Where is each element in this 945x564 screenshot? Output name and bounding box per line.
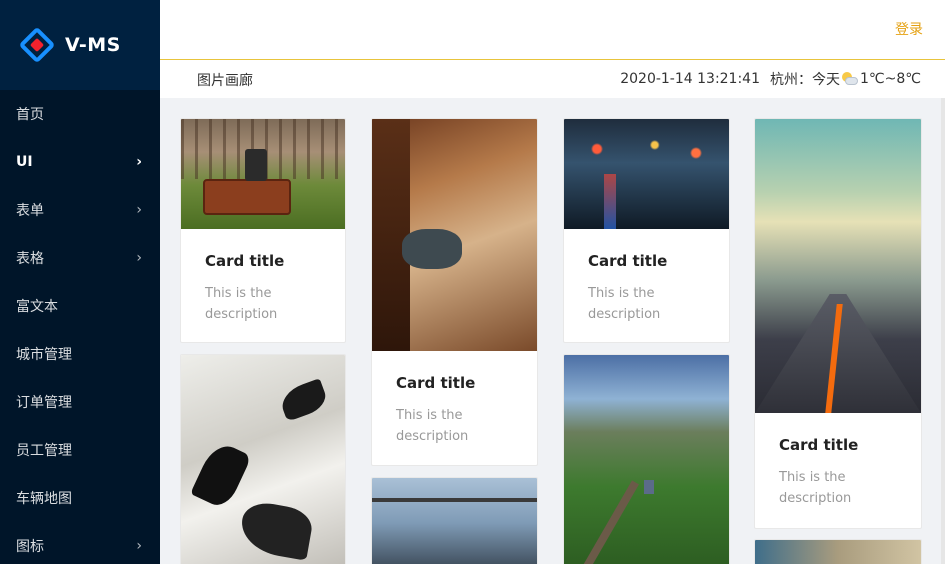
sidebar-item-staff[interactable]: 员工管理: [0, 426, 160, 474]
card-image: [181, 355, 345, 564]
partly-cloudy-icon: [842, 72, 858, 86]
card-image: [755, 119, 921, 413]
sidebar-item-label: 订单管理: [16, 395, 72, 411]
chevron-right-icon: ›: [136, 538, 142, 554]
card-title: Card title: [588, 252, 668, 270]
datetime: 2020-1-14 13:21:41: [620, 71, 760, 87]
sidebar-item-label: 表单: [16, 203, 44, 219]
sidebar-item-label: 富文本: [16, 299, 58, 315]
sidebar-item-form[interactable]: 表单 ›: [0, 186, 160, 234]
gallery-card[interactable]: [754, 539, 922, 564]
sidebar-item-table[interactable]: 表格 ›: [0, 234, 160, 282]
logo-icon: [18, 26, 56, 64]
card-description: This is the description: [588, 286, 661, 322]
chevron-right-icon: ›: [136, 154, 142, 170]
gallery-card[interactable]: [563, 354, 730, 564]
scrollbar[interactable]: [941, 98, 945, 564]
sidebar-item-label: 首页: [16, 107, 44, 123]
sidebar-item-icons[interactable]: 图标 ›: [0, 522, 160, 564]
card-title: Card title: [779, 436, 859, 454]
card-image: [181, 119, 345, 229]
gallery: Card title This is the description Card …: [160, 98, 945, 564]
card-image: [372, 478, 537, 564]
app: V-MS 首页 UI › 表单 › 表格 › 富文本 城市管理 订单管理 员工管…: [0, 0, 945, 564]
sidebar-item-label: 员工管理: [16, 443, 72, 459]
gallery-card[interactable]: [180, 354, 346, 564]
sidebar-item-label: 城市管理: [16, 347, 72, 363]
sidebar-item-rich-text[interactable]: 富文本: [0, 282, 160, 330]
temperature: 1℃~8℃: [860, 71, 921, 87]
card-description: This is the description: [396, 408, 469, 444]
brand-name: V-MS: [65, 34, 121, 56]
sidebar-item-label: 车辆地图: [16, 491, 72, 507]
card-description: This is the description: [205, 286, 278, 322]
sidebar-item-orders[interactable]: 订单管理: [0, 378, 160, 426]
card-description: This is the description: [779, 470, 852, 506]
card-image: [564, 355, 729, 564]
top-bar: 登录: [160, 0, 945, 60]
login-link[interactable]: 登录: [895, 19, 923, 39]
sidebar-item-label: 表格: [16, 251, 44, 267]
sidebar-item-label: UI: [16, 154, 33, 170]
sidebar-menu: 首页 UI › 表单 › 表格 › 富文本 城市管理 订单管理 员工管理 车辆地…: [0, 90, 160, 564]
card-title: Card title: [205, 252, 285, 270]
weather-info: 2020-1-14 13:21:41 杭州：今天 1℃~8℃: [620, 69, 921, 89]
gallery-card[interactable]: Card title This is the description: [563, 118, 730, 343]
card-image: [372, 119, 537, 351]
sidebar-item-label: 图标: [16, 539, 44, 555]
brand[interactable]: V-MS: [0, 0, 160, 90]
sidebar-item-ui[interactable]: UI ›: [0, 138, 160, 186]
city-label: 杭州：今天: [770, 72, 840, 88]
card-image: [755, 540, 921, 564]
sidebar-item-home[interactable]: 首页: [0, 90, 160, 138]
chevron-right-icon: ›: [136, 250, 142, 266]
breadcrumb-bar: 图片画廊 2020-1-14 13:21:41 杭州：今天 1℃~8℃: [160, 60, 945, 110]
breadcrumb: 图片画廊: [197, 73, 253, 89]
sidebar-item-city[interactable]: 城市管理: [0, 330, 160, 378]
gallery-card[interactable]: [371, 477, 538, 564]
card-image: [564, 119, 729, 229]
chevron-right-icon: ›: [136, 202, 142, 218]
gallery-card[interactable]: Card title This is the description: [180, 118, 346, 343]
gallery-card[interactable]: Card title This is the description: [754, 118, 922, 529]
gallery-card[interactable]: Card title This is the description: [371, 118, 538, 466]
card-title: Card title: [396, 374, 476, 392]
sidebar-item-vehicle-map[interactable]: 车辆地图: [0, 474, 160, 522]
sidebar: V-MS 首页 UI › 表单 › 表格 › 富文本 城市管理 订单管理 员工管…: [0, 0, 160, 564]
